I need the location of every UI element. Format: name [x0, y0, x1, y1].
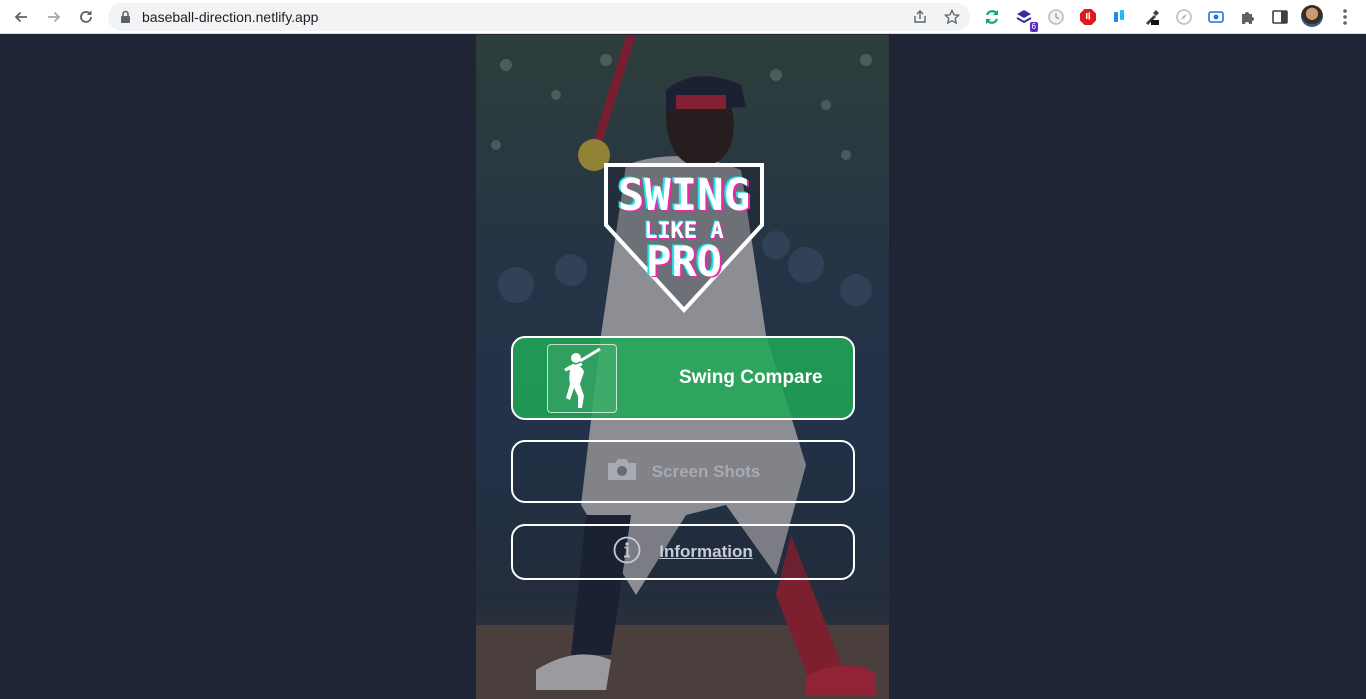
- timer-extension-icon[interactable]: [1045, 6, 1067, 28]
- swing-compare-button[interactable]: Swing Compare: [511, 336, 855, 420]
- lock-icon[interactable]: [120, 10, 131, 29]
- side-panel-icon[interactable]: [1269, 6, 1291, 28]
- app-container: SWING SWING SWING LIKE A LIKE A LIKE A P…: [476, 35, 889, 699]
- kebab-menu-icon[interactable]: [1334, 6, 1356, 28]
- swing-compare-label: Swing Compare: [679, 367, 823, 388]
- swing-like-a-pro-logo: SWING SWING SWING LIKE A LIKE A LIKE A P…: [604, 163, 764, 313]
- compass-extension-icon[interactable]: [1173, 6, 1195, 28]
- screen-shots-button[interactable]: Screen Shots: [511, 440, 855, 503]
- information-button[interactable]: Information: [511, 524, 855, 580]
- url-text[interactable]: baseball-direction.netlify.app: [142, 9, 318, 25]
- ad-block-extension-icon[interactable]: [1077, 6, 1099, 28]
- star-icon[interactable]: [943, 8, 961, 26]
- camera-icon: [606, 456, 638, 487]
- screen-record-extension-icon[interactable]: [1205, 6, 1227, 28]
- sync-extension-icon[interactable]: [981, 6, 1003, 28]
- wave-extension-icon[interactable]: [1109, 6, 1131, 28]
- info-icon: [613, 536, 641, 569]
- eyedropper-extension-icon[interactable]: [1141, 6, 1163, 28]
- address-bar[interactable]: baseball-direction.netlify.app: [108, 3, 970, 31]
- puzzle-icon[interactable]: [1237, 6, 1259, 28]
- logo-line-swing: SWING: [618, 170, 750, 221]
- profile-avatar[interactable]: [1301, 5, 1323, 27]
- screen-shots-label: Screen Shots: [651, 461, 761, 481]
- back-icon[interactable]: [9, 5, 33, 29]
- batter-icon: [547, 344, 617, 413]
- extension-badge: 6: [1029, 22, 1038, 32]
- forward-icon[interactable]: [42, 5, 66, 29]
- share-icon[interactable]: [911, 8, 929, 26]
- stack-extension-icon[interactable]: 6: [1013, 6, 1038, 32]
- reload-icon[interactable]: [74, 5, 98, 29]
- browser-toolbar: baseball-direction.netlify.app 6: [0, 0, 1366, 34]
- logo-line-pro: PRO: [646, 237, 722, 286]
- information-label[interactable]: Information: [659, 542, 753, 562]
